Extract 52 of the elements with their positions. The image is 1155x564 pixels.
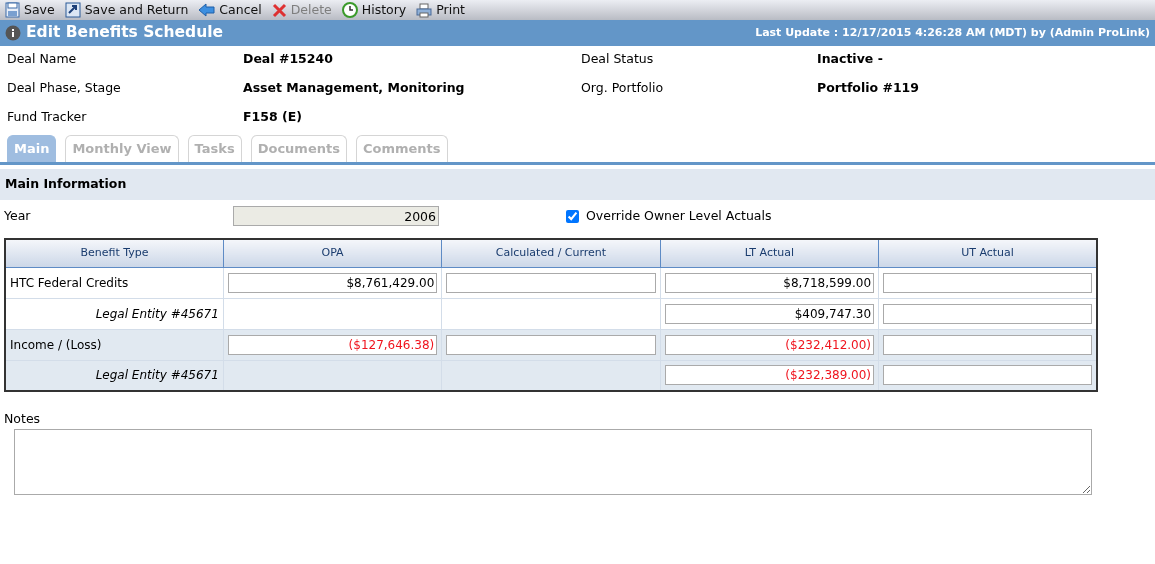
amount-field[interactable] xyxy=(883,365,1092,386)
left-arrow-icon xyxy=(198,3,216,17)
field-label: Org. Portfolio xyxy=(581,78,665,97)
column-header: Calculated / Current xyxy=(441,239,661,267)
field-label: Fund Tracker xyxy=(7,107,88,126)
field-value: Deal #15240 xyxy=(243,50,334,68)
column-header: UT Actual xyxy=(878,239,1097,267)
year-label: Year xyxy=(4,206,32,225)
year-field[interactable]: 2006 xyxy=(233,206,439,226)
amount-field[interactable] xyxy=(883,334,1092,355)
field-value: F158 (E) xyxy=(243,107,303,126)
notes-field[interactable] xyxy=(14,428,1092,495)
info-icon xyxy=(5,25,21,41)
column-header: LT Actual xyxy=(660,239,879,267)
toolbar-button[interactable]: Save xyxy=(5,0,55,20)
field-label: Deal Name xyxy=(7,50,78,68)
amount-field[interactable] xyxy=(446,334,656,355)
amount-field[interactable]: ($127,646.38) xyxy=(227,334,438,355)
column-header: Benefit Type xyxy=(5,239,224,267)
benefit-type-cell: HTC Federal Credits xyxy=(5,267,224,298)
last-update-text: Last Update : 12/17/2015 4:26:28 AM (MDT) by (Admin ProLink) xyxy=(755,24,1150,41)
amount-field[interactable]: $409,747.30 xyxy=(664,303,875,324)
printer-icon xyxy=(416,2,433,18)
amount-field[interactable] xyxy=(446,272,656,293)
toolbar-button[interactable]: Print xyxy=(416,0,465,20)
amount-field[interactable] xyxy=(883,303,1092,324)
checkbox-label: Override Owner Level Actuals xyxy=(586,206,772,225)
field-value: Portfolio #119 xyxy=(817,78,920,97)
override-checkbox[interactable] xyxy=(566,209,579,223)
save-return-icon xyxy=(64,2,81,18)
page-title: Edit Benefits Schedule xyxy=(26,22,224,44)
amount-field[interactable]: ($232,389.00) xyxy=(664,365,875,386)
entity-name-cell: Legal Entity #45671 xyxy=(5,360,224,391)
toolbar-button[interactable]: Cancel xyxy=(198,0,262,20)
benefit-type-cell: Income / (Loss) xyxy=(5,329,224,360)
amount-field[interactable]: ($232,412.00) xyxy=(664,334,875,355)
entity-name-cell: Legal Entity #45671 xyxy=(5,298,224,329)
amount-field[interactable]: $8,761,429.00 xyxy=(227,272,438,293)
field-value: Asset Management, Monitoring xyxy=(243,78,466,97)
field-label: Deal Status xyxy=(581,50,655,68)
x-icon xyxy=(271,2,287,18)
amount-field[interactable]: $8,718,599.00 xyxy=(664,272,875,293)
field-label: Deal Phase, Stage xyxy=(7,78,122,97)
toolbar-button[interactable]: History xyxy=(341,0,407,20)
amount-field[interactable] xyxy=(883,272,1092,293)
toolbar-button[interactable]: Save and Return xyxy=(64,0,189,20)
column-header: OPA xyxy=(223,239,442,267)
save-icon xyxy=(5,2,20,18)
notes-label: Notes xyxy=(4,410,42,428)
field-value: Inactive - xyxy=(817,50,884,68)
clock-icon xyxy=(341,2,358,18)
section-header: Main Information xyxy=(0,169,1155,200)
